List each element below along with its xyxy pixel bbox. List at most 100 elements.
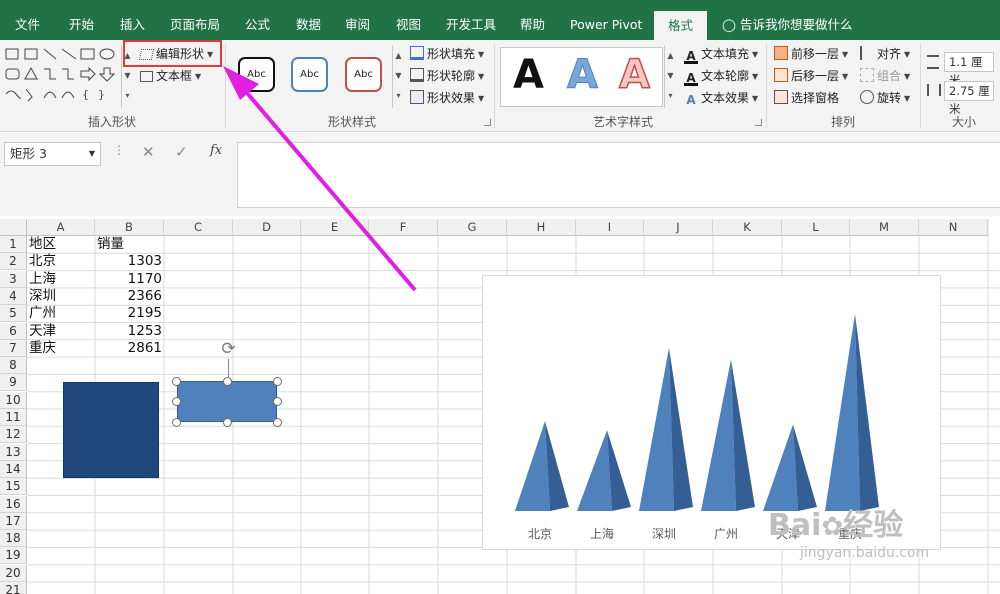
resize-handle-nw[interactable] — [172, 377, 181, 386]
pyramid-bar-北京[interactable] — [515, 421, 569, 511]
wordart-style-red[interactable]: A — [618, 51, 650, 99]
column-header-a[interactable]: A — [27, 219, 95, 236]
cell-a5[interactable]: 广州 — [29, 305, 93, 322]
column-header-f[interactable]: F — [369, 219, 438, 236]
cell-b1[interactable]: 销量 — [97, 236, 162, 253]
cell-b7[interactable]: 2861 — [97, 340, 162, 357]
wordart-style-blue[interactable]: A — [567, 52, 599, 99]
tab-data[interactable]: 数据 — [296, 0, 321, 40]
tab-format[interactable]: 格式 — [654, 11, 708, 40]
row-header-5[interactable]: 5 — [0, 305, 27, 323]
column-header-c[interactable]: C — [164, 219, 233, 236]
row-header-19[interactable]: 19 — [0, 547, 27, 565]
resize-handle-se[interactable] — [273, 418, 282, 427]
cell-b4[interactable]: 2366 — [97, 288, 162, 305]
shape-height-input[interactable]: 1.1 厘米 — [944, 52, 994, 87]
row-header-14[interactable]: 14 — [0, 460, 27, 478]
pyramid-bar-广州[interactable] — [701, 359, 755, 511]
shape-outline-button[interactable]: 形状轮廓 ▼ — [410, 66, 484, 86]
resize-handle-s[interactable] — [223, 418, 232, 427]
row-header-3[interactable]: 3 — [0, 270, 27, 288]
shape-gallery-icons[interactable]: {} — [4, 46, 134, 108]
row-header-1[interactable]: 1 — [0, 236, 27, 253]
tab-help[interactable]: 帮助 — [520, 0, 545, 40]
pyramid-bar-上海[interactable] — [577, 430, 631, 511]
cancel-icon[interactable]: ✕ — [142, 143, 155, 161]
shape-effects-button[interactable]: 形状效果 ▼ — [410, 88, 484, 108]
cell-a4[interactable]: 深圳 — [29, 288, 93, 305]
cell-a1[interactable]: 地区 — [29, 236, 93, 253]
row-header-21[interactable]: 21 — [0, 582, 27, 594]
enter-icon[interactable]: ✓ — [175, 143, 188, 161]
row-header-7[interactable]: 7 — [0, 339, 27, 357]
cell-b5[interactable]: 2195 — [97, 305, 162, 322]
tab-home[interactable]: 开始 — [69, 0, 94, 40]
row-header-12[interactable]: 12 — [0, 426, 27, 444]
text-box-button[interactable]: 文本框 ▼ — [140, 66, 201, 86]
column-header-e[interactable]: E — [301, 219, 369, 236]
row-header-13[interactable]: 13 — [0, 443, 27, 461]
cell-b2[interactable]: 1303 — [97, 253, 162, 270]
shape-gallery[interactable]: {} — [4, 46, 134, 108]
shape-styles-dialog-launcher[interactable] — [484, 119, 491, 126]
column-header-l[interactable]: L — [782, 219, 850, 236]
group-button[interactable]: 组合 ▼ — [860, 66, 910, 86]
resize-handle-e[interactable] — [273, 397, 282, 406]
text-outline-button[interactable]: A 文本轮廓 ▼ — [684, 66, 758, 86]
resize-handle-n[interactable] — [223, 377, 232, 386]
column-header-j[interactable]: J — [644, 219, 713, 236]
text-fill-button[interactable]: A 文本填充 ▼ — [684, 44, 758, 64]
row-header-6[interactable]: 6 — [0, 322, 27, 340]
row-header-2[interactable]: 2 — [0, 253, 27, 271]
wordart-dialog-launcher[interactable] — [755, 119, 762, 126]
column-header-h[interactable]: H — [507, 219, 576, 236]
tab-view[interactable]: 视图 — [396, 0, 421, 40]
wordart-gallery[interactable]: A A A — [500, 47, 663, 107]
shape-style-preset-blue[interactable]: Abc — [291, 57, 328, 92]
row-header-18[interactable]: 18 — [0, 530, 27, 548]
chevron-down-icon[interactable]: ▼ — [89, 143, 95, 165]
shape-width-input[interactable]: 2.75 厘米 — [944, 81, 994, 116]
cell-a2[interactable]: 北京 — [29, 253, 93, 270]
tab-power-pivot[interactable]: Power Pivot — [570, 0, 642, 40]
tab-file[interactable]: 文件 — [15, 0, 40, 40]
bring-forward-button[interactable]: 前移一层 ▼ — [774, 44, 848, 64]
resize-handle-w[interactable] — [172, 397, 181, 406]
rectangle-shape-dark[interactable] — [63, 382, 159, 478]
insert-function-icon[interactable]: fx — [210, 143, 222, 158]
rectangle-shape-selected[interactable] — [177, 381, 277, 422]
formula-input[interactable] — [237, 142, 1000, 208]
cell-a6[interactable]: 天津 — [29, 323, 93, 340]
cell-a7[interactable]: 重庆 — [29, 340, 93, 357]
align-button[interactable]: 对齐 ▼ — [860, 44, 910, 64]
column-header-i[interactable]: I — [576, 219, 644, 236]
edit-shape-button[interactable]: 编辑形状 ▼ — [138, 44, 213, 64]
rotate-handle-icon[interactable]: ⟳ — [218, 339, 239, 360]
resize-handle-sw[interactable] — [172, 418, 181, 427]
selection-pane-button[interactable]: 选择窗格 — [774, 88, 839, 108]
wordart-gallery-scroll[interactable]: ▲ ▼ ▾ — [664, 46, 676, 108]
column-header-n[interactable]: N — [919, 219, 988, 236]
column-header-d[interactable]: D — [233, 219, 301, 236]
pyramid-bar-重庆[interactable] — [825, 313, 879, 511]
cell-b6[interactable]: 1253 — [97, 323, 162, 340]
row-header-4[interactable]: 4 — [0, 287, 27, 305]
send-backward-button[interactable]: 后移一层 ▼ — [774, 66, 848, 86]
wordart-style-black[interactable]: A — [513, 52, 544, 98]
shape-style-preset-black[interactable]: Abc — [238, 57, 275, 92]
cell-b3[interactable]: 1170 — [97, 271, 162, 288]
row-header-11[interactable]: 11 — [0, 409, 27, 426]
column-header-m[interactable]: M — [850, 219, 919, 236]
tab-page-layout[interactable]: 页面布局 — [170, 0, 220, 40]
shape-fill-button[interactable]: 形状填充 ▼ — [410, 44, 484, 64]
row-header-20[interactable]: 20 — [0, 564, 27, 582]
row-header-17[interactable]: 17 — [0, 512, 27, 530]
rotate-button[interactable]: 旋转 ▼ — [860, 88, 910, 108]
shape-style-gallery-scroll[interactable]: ▲ ▼ ▾ — [392, 46, 404, 108]
name-box[interactable]: 矩形 3 ▼ — [4, 142, 101, 166]
tab-developer[interactable]: 开发工具 — [446, 0, 496, 40]
tab-formulas[interactable]: 公式 — [245, 0, 270, 40]
row-header-16[interactable]: 16 — [0, 495, 27, 513]
shape-style-preset-red[interactable]: Abc — [345, 57, 382, 92]
resize-handle-ne[interactable] — [273, 377, 282, 386]
